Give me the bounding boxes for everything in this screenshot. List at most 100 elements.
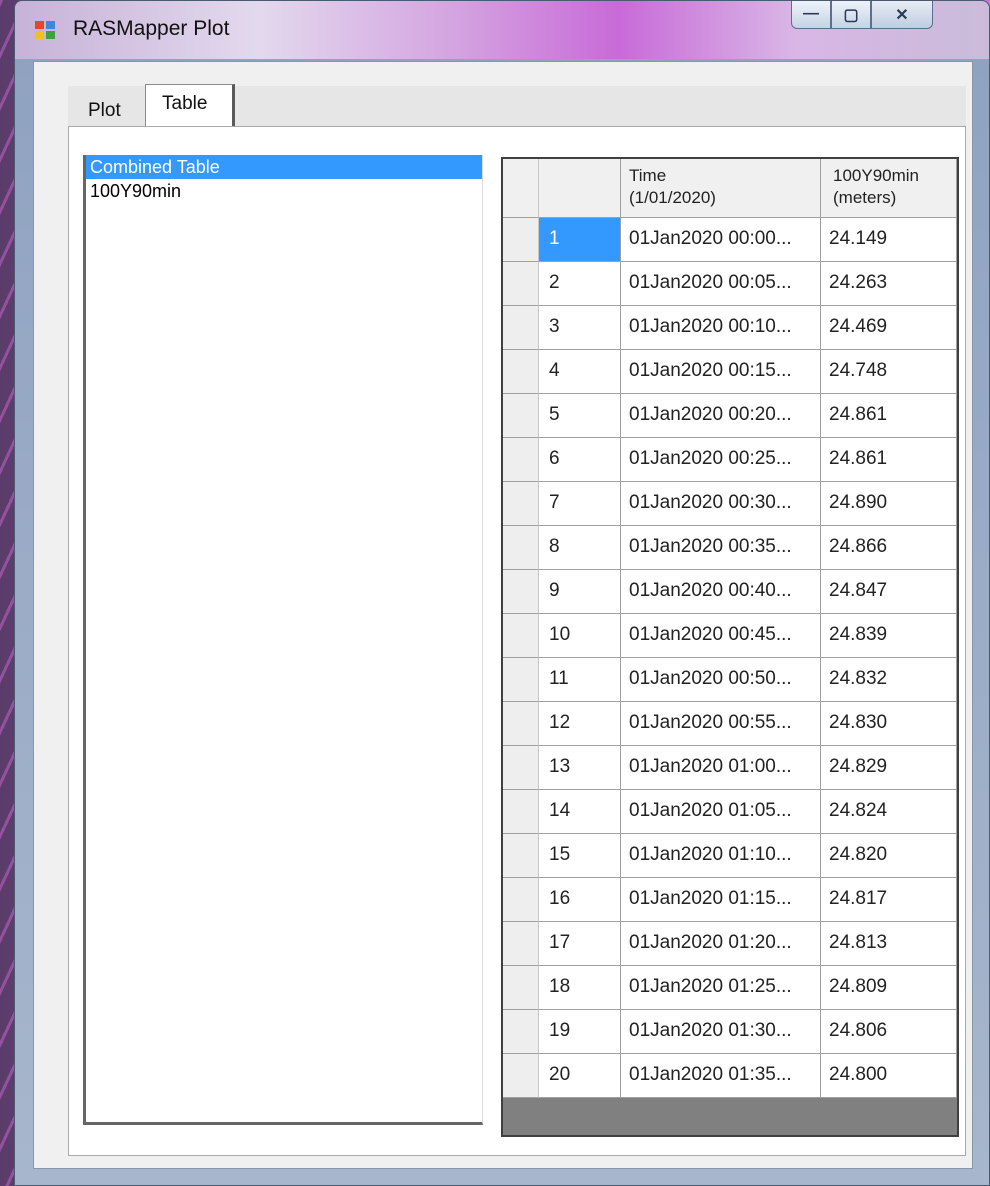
table-row[interactable]: 2 01Jan2020 00:05... 24.263 bbox=[503, 262, 957, 306]
row-number-cell[interactable]: 2 bbox=[539, 262, 621, 306]
row-header-cell[interactable] bbox=[503, 350, 539, 394]
table-row[interactable]: 12 01Jan2020 00:55... 24.830 bbox=[503, 702, 957, 746]
row-header-cell[interactable] bbox=[503, 658, 539, 702]
table-row[interactable]: 7 01Jan2020 00:30... 24.890 bbox=[503, 482, 957, 526]
row-number-cell[interactable]: 15 bbox=[539, 834, 621, 878]
time-cell[interactable]: 01Jan2020 00:15... bbox=[621, 350, 821, 394]
table-row[interactable]: 18 01Jan2020 01:25... 24.809 bbox=[503, 966, 957, 1010]
value-cell[interactable]: 24.830 bbox=[821, 702, 957, 746]
row-number-cell[interactable]: 8 bbox=[539, 526, 621, 570]
row-number-cell[interactable]: 14 bbox=[539, 790, 621, 834]
grid-corner-cell[interactable] bbox=[503, 159, 539, 218]
time-cell[interactable]: 01Jan2020 01:15... bbox=[621, 878, 821, 922]
row-number-cell[interactable]: 10 bbox=[539, 614, 621, 658]
value-cell[interactable]: 24.861 bbox=[821, 438, 957, 482]
time-cell[interactable]: 01Jan2020 00:55... bbox=[621, 702, 821, 746]
value-cell[interactable]: 24.800 bbox=[821, 1054, 957, 1098]
table-row[interactable]: 10 01Jan2020 00:45... 24.839 bbox=[503, 614, 957, 658]
row-header-cell[interactable] bbox=[503, 790, 539, 834]
tab-table[interactable]: Table bbox=[145, 84, 235, 128]
row-number-cell[interactable]: 3 bbox=[539, 306, 621, 350]
value-cell[interactable]: 24.847 bbox=[821, 570, 957, 614]
row-number-cell[interactable]: 9 bbox=[539, 570, 621, 614]
time-cell[interactable]: 01Jan2020 01:25... bbox=[621, 966, 821, 1010]
row-header-cell[interactable] bbox=[503, 878, 539, 922]
value-cell[interactable]: 24.824 bbox=[821, 790, 957, 834]
table-row[interactable]: 1 01Jan2020 00:00... 24.149 bbox=[503, 218, 957, 262]
table-row[interactable]: 14 01Jan2020 01:05... 24.824 bbox=[503, 790, 957, 834]
row-number-cell[interactable]: 4 bbox=[539, 350, 621, 394]
row-header-cell[interactable] bbox=[503, 482, 539, 526]
row-number-cell[interactable]: 16 bbox=[539, 878, 621, 922]
list-item-combined-table[interactable]: Combined Table bbox=[86, 155, 482, 179]
value-cell[interactable]: 24.748 bbox=[821, 350, 957, 394]
data-grid[interactable]: Time (1/01/2020) 100Y90min (meters) 1 01J… bbox=[501, 157, 959, 1137]
table-row[interactable]: 4 01Jan2020 00:15... 24.748 bbox=[503, 350, 957, 394]
time-cell[interactable]: 01Jan2020 00:50... bbox=[621, 658, 821, 702]
row-header-cell[interactable] bbox=[503, 966, 539, 1010]
row-header-cell[interactable] bbox=[503, 394, 539, 438]
row-number-cell[interactable]: 12 bbox=[539, 702, 621, 746]
row-header-cell[interactable] bbox=[503, 1010, 539, 1054]
table-row[interactable]: 20 01Jan2020 01:35... 24.800 bbox=[503, 1054, 957, 1098]
row-number-cell[interactable]: 1 bbox=[539, 218, 621, 262]
table-row[interactable]: 5 01Jan2020 00:20... 24.861 bbox=[503, 394, 957, 438]
time-cell[interactable]: 01Jan2020 00:05... bbox=[621, 262, 821, 306]
header-value[interactable]: 100Y90min (meters) bbox=[821, 159, 957, 218]
list-item-100y90min[interactable]: 100Y90min bbox=[86, 179, 482, 203]
value-cell[interactable]: 24.866 bbox=[821, 526, 957, 570]
row-header-cell[interactable] bbox=[503, 834, 539, 878]
table-row[interactable]: 13 01Jan2020 01:00... 24.829 bbox=[503, 746, 957, 790]
time-cell[interactable]: 01Jan2020 01:00... bbox=[621, 746, 821, 790]
header-row-number[interactable] bbox=[539, 159, 621, 218]
value-cell[interactable]: 24.806 bbox=[821, 1010, 957, 1054]
value-cell[interactable]: 24.890 bbox=[821, 482, 957, 526]
row-number-cell[interactable]: 5 bbox=[539, 394, 621, 438]
row-header-cell[interactable] bbox=[503, 614, 539, 658]
time-cell[interactable]: 01Jan2020 00:40... bbox=[621, 570, 821, 614]
value-cell[interactable]: 24.469 bbox=[821, 306, 957, 350]
time-cell[interactable]: 01Jan2020 00:25... bbox=[621, 438, 821, 482]
row-header-cell[interactable] bbox=[503, 262, 539, 306]
row-header-cell[interactable] bbox=[503, 702, 539, 746]
title-bar[interactable]: RASMapper Plot — ▢ ✕ bbox=[15, 1, 989, 59]
value-cell[interactable]: 24.809 bbox=[821, 966, 957, 1010]
row-number-cell[interactable]: 6 bbox=[539, 438, 621, 482]
header-time[interactable]: Time (1/01/2020) bbox=[621, 159, 821, 218]
value-cell[interactable]: 24.839 bbox=[821, 614, 957, 658]
value-cell[interactable]: 24.832 bbox=[821, 658, 957, 702]
table-row[interactable]: 15 01Jan2020 01:10... 24.820 bbox=[503, 834, 957, 878]
row-header-cell[interactable] bbox=[503, 526, 539, 570]
row-header-cell[interactable] bbox=[503, 438, 539, 482]
row-number-cell[interactable]: 11 bbox=[539, 658, 621, 702]
table-row[interactable]: 16 01Jan2020 01:15... 24.817 bbox=[503, 878, 957, 922]
table-row[interactable]: 3 01Jan2020 00:10... 24.469 bbox=[503, 306, 957, 350]
time-cell[interactable]: 01Jan2020 01:10... bbox=[621, 834, 821, 878]
table-row[interactable]: 19 01Jan2020 01:30... 24.806 bbox=[503, 1010, 957, 1054]
row-number-cell[interactable]: 17 bbox=[539, 922, 621, 966]
value-cell[interactable]: 24.817 bbox=[821, 878, 957, 922]
table-row[interactable]: 17 01Jan2020 01:20... 24.813 bbox=[503, 922, 957, 966]
time-cell[interactable]: 01Jan2020 00:45... bbox=[621, 614, 821, 658]
value-cell[interactable]: 24.813 bbox=[821, 922, 957, 966]
value-cell[interactable]: 24.829 bbox=[821, 746, 957, 790]
row-header-cell[interactable] bbox=[503, 570, 539, 614]
row-header-cell[interactable] bbox=[503, 218, 539, 262]
row-number-cell[interactable]: 18 bbox=[539, 966, 621, 1010]
row-number-cell[interactable]: 20 bbox=[539, 1054, 621, 1098]
table-row[interactable]: 6 01Jan2020 00:25... 24.861 bbox=[503, 438, 957, 482]
maximize-button[interactable]: ▢ bbox=[831, 1, 871, 29]
row-number-cell[interactable]: 7 bbox=[539, 482, 621, 526]
row-header-cell[interactable] bbox=[503, 746, 539, 790]
value-cell[interactable]: 24.861 bbox=[821, 394, 957, 438]
table-row[interactable]: 11 01Jan2020 00:50... 24.832 bbox=[503, 658, 957, 702]
row-header-cell[interactable] bbox=[503, 1054, 539, 1098]
time-cell[interactable]: 01Jan2020 01:30... bbox=[621, 1010, 821, 1054]
row-header-cell[interactable] bbox=[503, 922, 539, 966]
time-cell[interactable]: 01Jan2020 00:00... bbox=[621, 218, 821, 262]
value-cell[interactable]: 24.149 bbox=[821, 218, 957, 262]
minimize-button[interactable]: — bbox=[791, 1, 831, 29]
row-number-cell[interactable]: 13 bbox=[539, 746, 621, 790]
row-header-cell[interactable] bbox=[503, 306, 539, 350]
time-cell[interactable]: 01Jan2020 01:05... bbox=[621, 790, 821, 834]
